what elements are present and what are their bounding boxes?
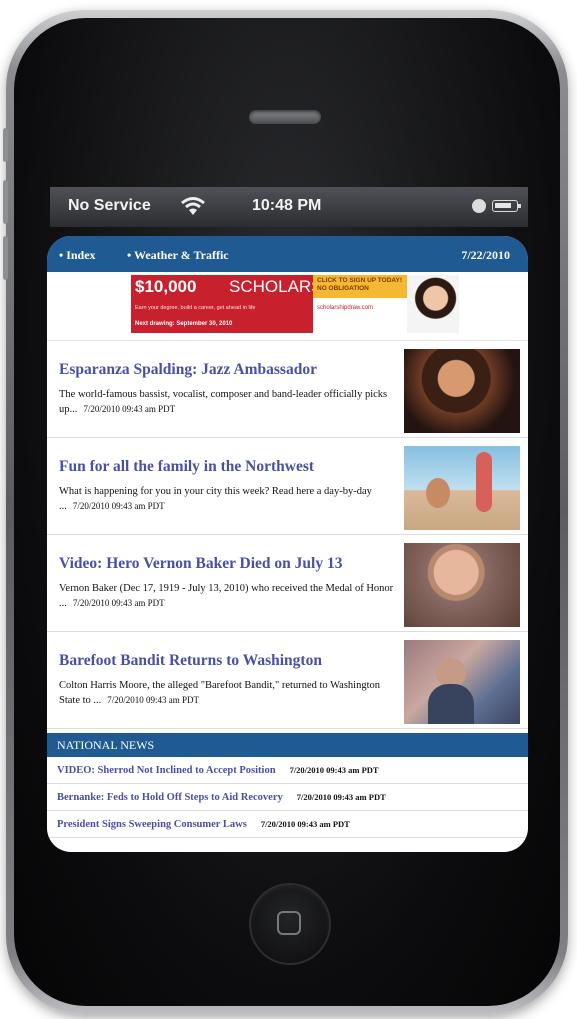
article-timestamp: 7/20/2010 09:43 am PDT <box>72 598 165 608</box>
nav-link-index[interactable]: • Index <box>59 248 96 263</box>
article-title[interactable]: Esparanza Spalding: Jazz Ambassador <box>59 361 394 379</box>
carrier-label: No Service <box>68 197 151 214</box>
nav-date: 7/22/2010 <box>461 248 510 262</box>
news-list-item[interactable]: Bernanke: Feds to Hold Off Steps to Aid … <box>47 784 528 811</box>
news-list-item[interactable]: President Signs Sweeping Consumer Laws 7/… <box>47 811 528 838</box>
article-timestamp: 7/20/2010 09:43 am PDT <box>83 404 176 414</box>
ad-row: $10,000 SCHOLARSHIP Earn your degree, bu… <box>47 272 528 341</box>
article-thumbnail[interactable] <box>404 640 520 724</box>
article-description: Vernon Baker (Dec 17, 1919 - July 13, 20… <box>59 581 394 611</box>
earpiece-speaker <box>249 110 321 124</box>
article-thumbnail[interactable] <box>404 446 520 530</box>
news-title[interactable]: Bernanke: Feds to Hold Off Steps to Aid … <box>57 792 283 803</box>
article-description: Colton Harris Moore, the alleged "Barefo… <box>59 678 394 708</box>
article-timestamp: 7/20/2010 09:43 am PDT <box>107 695 200 705</box>
thumbnail-figure <box>476 452 492 512</box>
thumbnail-figure <box>426 478 450 508</box>
article-thumbnail[interactable] <box>404 543 520 627</box>
home-button-icon <box>277 911 301 935</box>
thumbnail-figure <box>428 684 474 724</box>
article-title[interactable]: Video: Hero Vernon Baker Died on July 13 <box>59 555 394 573</box>
section-header-national-news[interactable]: NATIONAL NEWS <box>47 733 528 757</box>
clock: 10:48 PM <box>252 197 322 214</box>
ad-cta: CLICK TO SIGN UP TODAY! NO OBLIGATION <box>317 277 402 292</box>
article-item[interactable]: Esparanza Spalding: Jazz Ambassador The … <box>47 341 528 438</box>
news-timestamp: 7/20/2010 09:43 am PDT <box>296 792 386 802</box>
nav-link-weather-traffic[interactable]: • Weather & Traffic <box>127 248 229 263</box>
article-item[interactable]: Barefoot Bandit Returns to Washington Co… <box>47 632 528 729</box>
news-title[interactable]: President Signs Sweeping Consumer Laws <box>57 819 247 830</box>
article-thumbnail[interactable] <box>404 349 520 433</box>
article-timestamp: 7/20/2010 09:43 am PDT <box>72 501 165 511</box>
news-timestamp: 7/20/2010 09:43 am PDT <box>289 765 379 775</box>
ad-site: scholarshipdraw.com <box>317 305 374 311</box>
ad-deadline: Next drawing: September 30, 2010 <box>135 321 233 327</box>
lock-icon <box>472 199 486 213</box>
volume-down-button <box>3 236 8 280</box>
volume-up-button <box>3 180 8 224</box>
ad-cta-box: CLICK TO SIGN UP TODAY! NO OBLIGATION sc… <box>313 275 407 333</box>
news-timestamp: 7/20/2010 09:43 am PDT <box>260 819 350 829</box>
news-list-item[interactable]: VIDEO: Sherrod Not Inclined to Accept Po… <box>47 757 528 784</box>
article-description: What is happening for you in your city t… <box>59 484 394 514</box>
news-title[interactable]: VIDEO: Sherrod Not Inclined to Accept Po… <box>57 765 276 776</box>
battery-icon <box>492 200 521 212</box>
article-title[interactable]: Fun for all the family in the Northwest <box>59 458 394 476</box>
article-item[interactable]: Video: Hero Vernon Baker Died on July 13… <box>47 535 528 632</box>
article-title[interactable]: Barefoot Bandit Returns to Washington <box>59 652 394 670</box>
wifi-icon <box>181 197 205 215</box>
article-item[interactable]: Fun for all the family in the Northwest … <box>47 438 528 535</box>
top-nav: • Index • Weather & Traffic 7/22/2010 <box>47 236 528 272</box>
ad-photo <box>407 275 459 333</box>
browser-screen: • Index • Weather & Traffic 7/22/2010 $1… <box>47 236 528 852</box>
home-button[interactable] <box>251 885 329 963</box>
ad-amount: $10,000 <box>135 277 197 296</box>
scholarship-ad-banner[interactable]: $10,000 SCHOLARSHIP Earn your degree, bu… <box>131 275 459 333</box>
status-bar: No Service 10:48 PM <box>50 187 528 227</box>
mute-switch <box>3 128 8 162</box>
article-description: The world-famous bassist, vocalist, comp… <box>59 387 394 417</box>
ad-subtext: Earn your degree, build a career, get ah… <box>135 305 256 311</box>
